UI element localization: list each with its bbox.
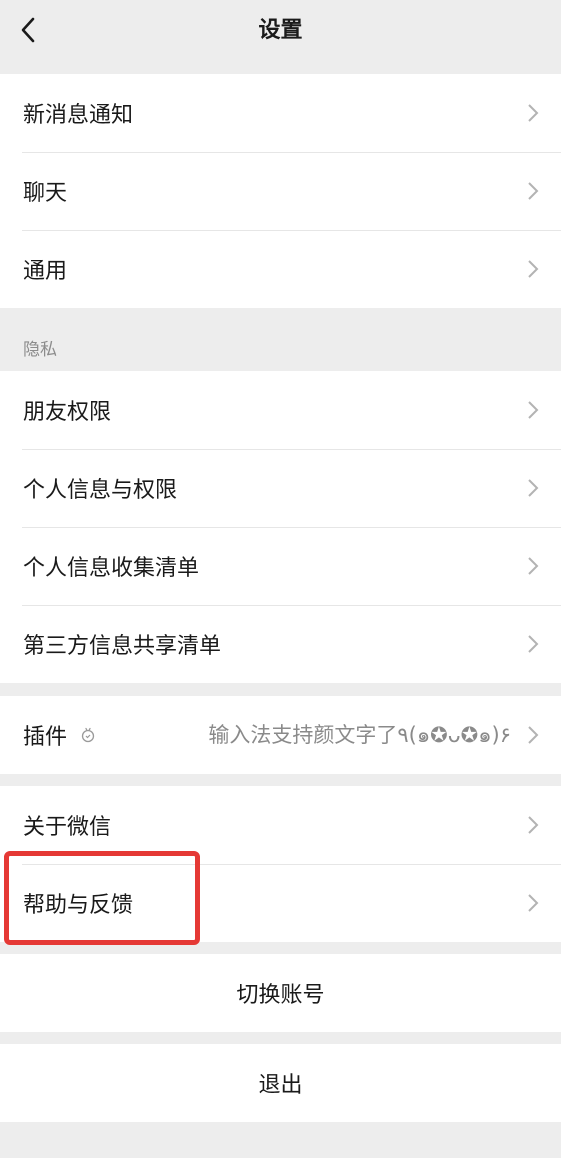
logout-button[interactable]: 退出 — [0, 1044, 561, 1122]
chevron-right-icon — [528, 816, 539, 834]
back-button[interactable] — [8, 10, 48, 50]
chevron-right-icon — [528, 726, 539, 744]
privacy-settings-group: 朋友权限 个人信息与权限 个人信息收集清单 第三方信息共享清单 — [0, 371, 561, 683]
nav-bar: 设置 — [0, 0, 561, 62]
settings-item-label: 通用 — [23, 259, 68, 284]
settings-item-label: 聊天 — [23, 181, 68, 206]
chevron-right-icon — [528, 557, 539, 575]
settings-item-label: 个人信息与权限 — [23, 478, 178, 503]
settings-item-plugins[interactable]: 插件 输入法支持颜文字了٩(๑✪ᴗ✪๑)۶ — [0, 696, 561, 774]
settings-item-label: 关于微信 — [23, 815, 112, 840]
settings-item-personal-info-permissions[interactable]: 个人信息与权限 — [0, 449, 561, 527]
settings-item-personal-info-collection[interactable]: 个人信息收集清单 — [0, 527, 561, 605]
plugin-promo-text: 输入法支持颜文字了٩(๑✪ᴗ✪๑)۶ — [208, 722, 511, 747]
settings-item-third-party-sharing[interactable]: 第三方信息共享清单 — [0, 605, 561, 683]
about-help-group: 关于微信 帮助与反馈 — [0, 786, 561, 942]
settings-item-label: 插件 — [23, 725, 68, 750]
section-header-privacy: 隐私 — [23, 340, 57, 360]
plugins-group: 插件 输入法支持颜文字了٩(๑✪ᴗ✪๑)۶ — [0, 696, 561, 774]
general-settings-group: 新消息通知 聊天 通用 — [0, 74, 561, 308]
chevron-right-icon — [528, 894, 539, 912]
page-title: 设置 — [258, 18, 303, 43]
settings-item-notifications[interactable]: 新消息通知 — [0, 74, 561, 152]
settings-item-label: 朋友权限 — [23, 400, 112, 425]
switch-account-button[interactable]: 切换账号 — [0, 954, 561, 1032]
settings-item-general[interactable]: 通用 — [0, 230, 561, 308]
settings-item-friend-permissions[interactable]: 朋友权限 — [0, 371, 561, 449]
settings-item-label: 帮助与反馈 — [23, 893, 134, 918]
chevron-right-icon — [528, 182, 539, 200]
settings-item-help-feedback[interactable]: 帮助与反馈 — [0, 864, 561, 942]
chevron-right-icon — [528, 635, 539, 653]
settings-item-chat[interactable]: 聊天 — [0, 152, 561, 230]
chevron-right-icon — [528, 104, 539, 122]
plugin-badge-icon — [81, 727, 95, 743]
settings-item-about[interactable]: 关于微信 — [0, 786, 561, 864]
chevron-right-icon — [528, 479, 539, 497]
chevron-right-icon — [528, 401, 539, 419]
settings-item-label: 第三方信息共享清单 — [23, 634, 222, 659]
chevron-right-icon — [528, 260, 539, 278]
settings-item-label: 个人信息收集清单 — [23, 556, 200, 581]
chevron-left-icon — [21, 17, 35, 43]
settings-item-label: 新消息通知 — [23, 103, 134, 128]
settings-screen: 设置 新消息通知 聊天 通用 隐私 朋友权限 个人信息与权限 个人信息收集清单 … — [0, 0, 561, 1158]
